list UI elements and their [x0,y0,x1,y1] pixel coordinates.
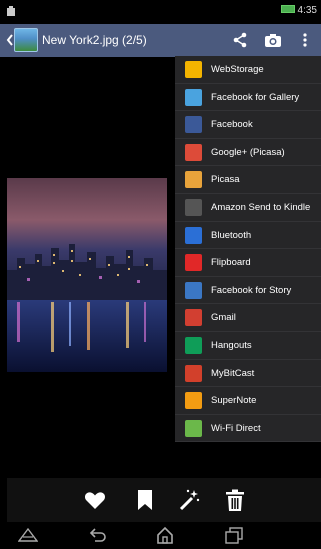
share-menu-item-label: Facebook for Gallery [211,91,300,103]
battery-icon [280,5,295,14]
share-icon[interactable] [232,32,248,48]
share-menu-item-label: Facebook for Story [211,284,292,296]
share-menu-item[interactable]: Bluetooth [175,222,321,250]
hangouts-icon [185,337,202,354]
share-menu-item-label: Hangouts [211,340,252,351]
gmail-icon [185,309,202,327]
mybitcast-icon [185,364,202,382]
share-menu-item[interactable]: Amazon Send to Kindle [175,194,321,222]
share-menu-item[interactable]: Facebook for Gallery [175,84,321,112]
menu-nav-icon[interactable] [18,526,38,544]
share-menu-item[interactable]: MyBitCast [175,360,321,388]
share-menu-item-label: Picasa [211,174,240,186]
share-menu-item-label: Bluetooth [211,229,252,241]
share-menu-item[interactable]: Facebook for Story [175,277,321,305]
action-bar: New York2.jpg (2/5) [0,24,321,57]
bluetooth-icon [185,226,202,244]
share-menu-item[interactable]: Gmail [175,304,321,332]
share-menu-item-label: Google+ (Picasa) [211,146,285,158]
status-right: 4:35 [280,5,317,17]
picasa-icon [185,171,202,189]
share-menu-item[interactable]: Picasa [175,166,321,194]
page-title: New York2.jpg (2/5) [42,33,147,47]
share-menu-item-label: Gmail [211,312,236,324]
share-menu-item[interactable]: Google+ (Picasa) [175,139,321,167]
webstorage-icon [185,61,202,78]
google-plus-icon [185,143,202,161]
status-bar: 4:35 [0,0,321,24]
share-menu-item[interactable]: Facebook [175,111,321,139]
notification-icon [7,6,15,16]
wifi-direct-icon [185,419,202,437]
city-skyline-image [7,178,167,372]
camera-icon[interactable] [264,32,282,48]
kindle-icon [185,199,202,216]
gallery-app-icon[interactable] [14,28,38,52]
share-menu-item-label: SuperNote [211,395,257,407]
home-nav-icon[interactable] [155,526,175,544]
clock: 4:35 [297,5,317,16]
share-menu-item-label: Wi-Fi Direct [211,422,261,434]
share-menu-item-label: Flipboard [211,257,251,269]
share-menu-item[interactable]: Hangouts [175,332,321,360]
share-menu: WebStorage Facebook for Gallery Facebook Go… [175,56,321,443]
trash-icon[interactable] [223,488,247,512]
photo-viewer-image[interactable] [7,178,167,372]
recent-apps-nav-icon[interactable] [224,526,244,544]
facebook-icon [185,116,202,134]
share-menu-item-label: Amazon Send to Kindle [211,202,311,213]
share-menu-item-label: WebStorage [211,64,264,75]
story-icon [185,281,202,299]
supernote-icon [185,392,202,410]
overflow-menu-icon[interactable] [302,32,308,48]
share-menu-item-label: MyBitCast [211,367,255,379]
gallery-icon [185,88,202,106]
share-menu-item[interactable]: Wi-Fi Direct [175,415,321,443]
share-menu-item-label: Facebook [211,119,253,131]
share-menu-item[interactable]: WebStorage [175,56,321,84]
back-nav-icon[interactable] [88,526,108,544]
bottom-toolbar [7,478,321,522]
share-menu-item[interactable]: Flipboard [175,249,321,277]
heart-icon[interactable] [83,488,107,512]
share-menu-item[interactable]: SuperNote [175,387,321,415]
navigation-bar [0,522,321,549]
flipboard-icon [185,254,202,272]
magic-wand-icon[interactable] [177,488,201,512]
bookmark-icon[interactable] [133,488,157,512]
